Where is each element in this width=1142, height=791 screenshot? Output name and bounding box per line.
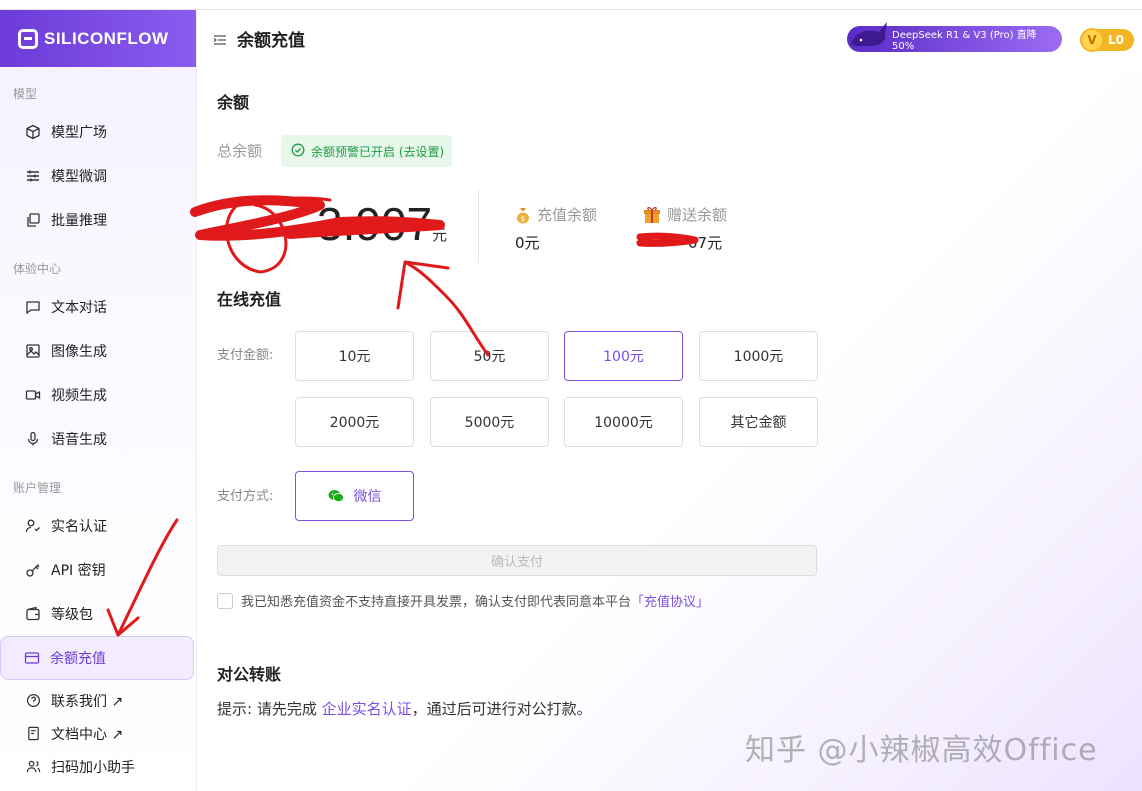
amount-option-1000[interactable]: 1000元 xyxy=(699,331,818,381)
doc-icon xyxy=(24,725,42,743)
sidebar-item-label: 等级包 xyxy=(51,607,93,623)
gift-balance-label: 赠送余额 xyxy=(643,204,727,225)
sidebar-item-label: 模型微调 xyxy=(51,169,107,185)
sidebar: SILICONFLOW 模型 模型广场 模型微调 批量推理 体验中心 文本对话 … xyxy=(0,10,197,791)
sidebar-item-audio-gen[interactable]: 语音生成 xyxy=(0,417,196,461)
transfer-tip: 提示: 请先完成 企业实名认证，通过后可进行对公打款。 xyxy=(217,700,592,718)
balance-section-title: 余额 xyxy=(217,93,250,112)
payment-method-text: 微信 xyxy=(353,489,382,505)
gift-balance-value: 07元 xyxy=(688,234,723,252)
siliconflow-logo-icon xyxy=(18,28,38,49)
transfer-section-title: 对公转账 xyxy=(217,665,282,684)
user-check-icon xyxy=(24,517,42,535)
total-balance-unit: 元 xyxy=(432,227,448,244)
logo[interactable]: SILICONFLOW xyxy=(0,10,196,67)
balance-alert-text: 余额预警已开启 (去设置) xyxy=(311,144,445,159)
confirm-payment-button[interactable]: 确认支付 xyxy=(217,545,817,576)
payment-method-wechat[interactable]: 微信 xyxy=(295,471,414,521)
users-icon xyxy=(24,758,42,776)
recharge-agreement-link[interactable]: 「充值协议」 xyxy=(631,591,709,610)
balance-divider xyxy=(478,190,479,263)
svg-text:$: $ xyxy=(521,215,525,223)
money-bag-icon: $ xyxy=(517,207,529,223)
sidebar-item-model-square[interactable]: 模型广场 xyxy=(0,110,196,154)
sidebar-item-video-gen[interactable]: 视频生成 xyxy=(0,373,196,417)
sidebar-item-label: 文本对话 xyxy=(51,300,107,316)
sidebar-item-label: 语音生成 xyxy=(51,432,107,448)
card-icon xyxy=(23,649,41,667)
page-title: 余额充值 xyxy=(237,31,305,51)
online-recharge-title: 在线充值 xyxy=(217,290,282,309)
amount-option-2000[interactable]: 2000元 xyxy=(295,397,414,447)
amount-option-50[interactable]: 50元 xyxy=(430,331,549,381)
menu-collapse-icon[interactable] xyxy=(213,32,227,46)
wallet-icon xyxy=(24,605,42,623)
video-icon xyxy=(24,386,42,404)
amount-option-other[interactable]: 其它金额 xyxy=(699,397,818,447)
sidebar-item-label: 联系我们 ↗ xyxy=(51,693,124,710)
cube-icon xyxy=(24,123,42,141)
amount-option-10[interactable]: 10元 xyxy=(295,331,414,381)
section-label-account: 账户管理 xyxy=(13,481,62,495)
agreement-text: 我已知悉充值资金不支持直接开具发票，确认支付即代表同意本平台 xyxy=(241,595,632,610)
sidebar-item-text-chat[interactable]: 文本对话 xyxy=(0,285,196,329)
sidebar-link-docs[interactable]: 文档中心 ↗ xyxy=(0,717,196,750)
sidebar-item-label: 余额充值 xyxy=(50,651,106,667)
recharge-balance-value: 0元 xyxy=(515,234,540,252)
main-content: 余额 总余额 余额预警已开启 (去设置) 3.907元 $ 充值余额 0元 赠送… xyxy=(197,67,1142,791)
wechat-icon xyxy=(328,490,344,503)
sidebar-item-batch-inference[interactable]: 批量推理 xyxy=(0,198,196,242)
amount-option-100[interactable]: 100元 xyxy=(564,331,683,381)
promo-text: DeepSeek R1 & V3 (Pro) 直降 50% xyxy=(892,30,1037,52)
sliders-icon xyxy=(24,167,42,185)
agreement-row: 我已知悉充值资金不支持直接开具发票，确认支付即代表同意本平台 「充值协议」 xyxy=(217,591,709,610)
gift-icon xyxy=(644,206,660,223)
total-balance-value: 3.907元 xyxy=(217,197,447,251)
total-balance-number: 3.907 xyxy=(317,198,433,250)
amount-option-5000[interactable]: 5000元 xyxy=(430,397,549,447)
sidebar-link-assistant[interactable]: 扫码加小助手 xyxy=(0,750,196,783)
sidebar-item-label: 模型广场 xyxy=(51,125,107,141)
agreement-checkbox[interactable] xyxy=(217,592,233,609)
sidebar-item-api-keys[interactable]: API 密钥 xyxy=(0,548,196,592)
sidebar-item-label: 批量推理 xyxy=(51,213,107,229)
balance-alert-status[interactable]: 余额预警已开启 (去设置) xyxy=(281,135,452,167)
sidebar-item-model-finetune[interactable]: 模型微调 xyxy=(0,154,196,198)
sidebar-item-image-gen[interactable]: 图像生成 xyxy=(0,329,196,373)
key-icon xyxy=(24,561,42,579)
level-text: L0 xyxy=(1108,33,1124,47)
image-icon xyxy=(24,342,42,360)
vip-icon: V xyxy=(1080,28,1104,52)
check-circle-icon xyxy=(291,143,305,160)
mic-icon xyxy=(24,430,42,448)
page-header: 余额充值 DeepSeek R1 & V3 (Pro) 直降 50% V L0 xyxy=(197,10,1142,67)
sidebar-item-label: 视频生成 xyxy=(51,388,107,404)
chat-icon xyxy=(24,298,42,316)
sidebar-item-label: 文档中心 ↗ xyxy=(51,726,124,743)
enterprise-verification-link[interactable]: 企业实名认证 xyxy=(322,700,412,718)
sidebar-item-level-pack[interactable]: 等级包 xyxy=(0,592,196,636)
sidebar-item-label: 扫码加小助手 xyxy=(51,759,135,776)
whale-icon xyxy=(851,22,887,46)
sidebar-item-balance-recharge[interactable]: 余额充值 xyxy=(0,636,194,680)
section-label-playground: 体验中心 xyxy=(13,262,62,276)
amount-label: 支付金额: xyxy=(217,348,274,363)
copy-icon xyxy=(24,211,42,229)
sidebar-item-label: 实名认证 xyxy=(51,519,107,535)
total-balance-label: 总余额 xyxy=(217,142,263,160)
help-icon xyxy=(24,692,42,710)
sidebar-link-contact[interactable]: 联系我们 ↗ xyxy=(0,684,196,717)
level-badge[interactable]: V L0 xyxy=(1080,28,1134,52)
logo-text: SILICONFLOW xyxy=(44,28,169,48)
sidebar-item-label: 图像生成 xyxy=(51,344,107,360)
section-label-models: 模型 xyxy=(13,87,38,101)
payment-method-label: 支付方式: xyxy=(217,489,274,504)
watermark: 知乎 @小辣椒高效Office xyxy=(745,733,1098,768)
sidebar-item-verification[interactable]: 实名认证 xyxy=(0,504,196,548)
amount-option-10000[interactable]: 10000元 xyxy=(564,397,683,447)
recharge-balance-label: $ 充值余额 xyxy=(515,204,597,225)
sidebar-item-label: API 密钥 xyxy=(51,563,106,579)
promo-banner[interactable]: DeepSeek R1 & V3 (Pro) 直降 50% xyxy=(847,22,1062,52)
